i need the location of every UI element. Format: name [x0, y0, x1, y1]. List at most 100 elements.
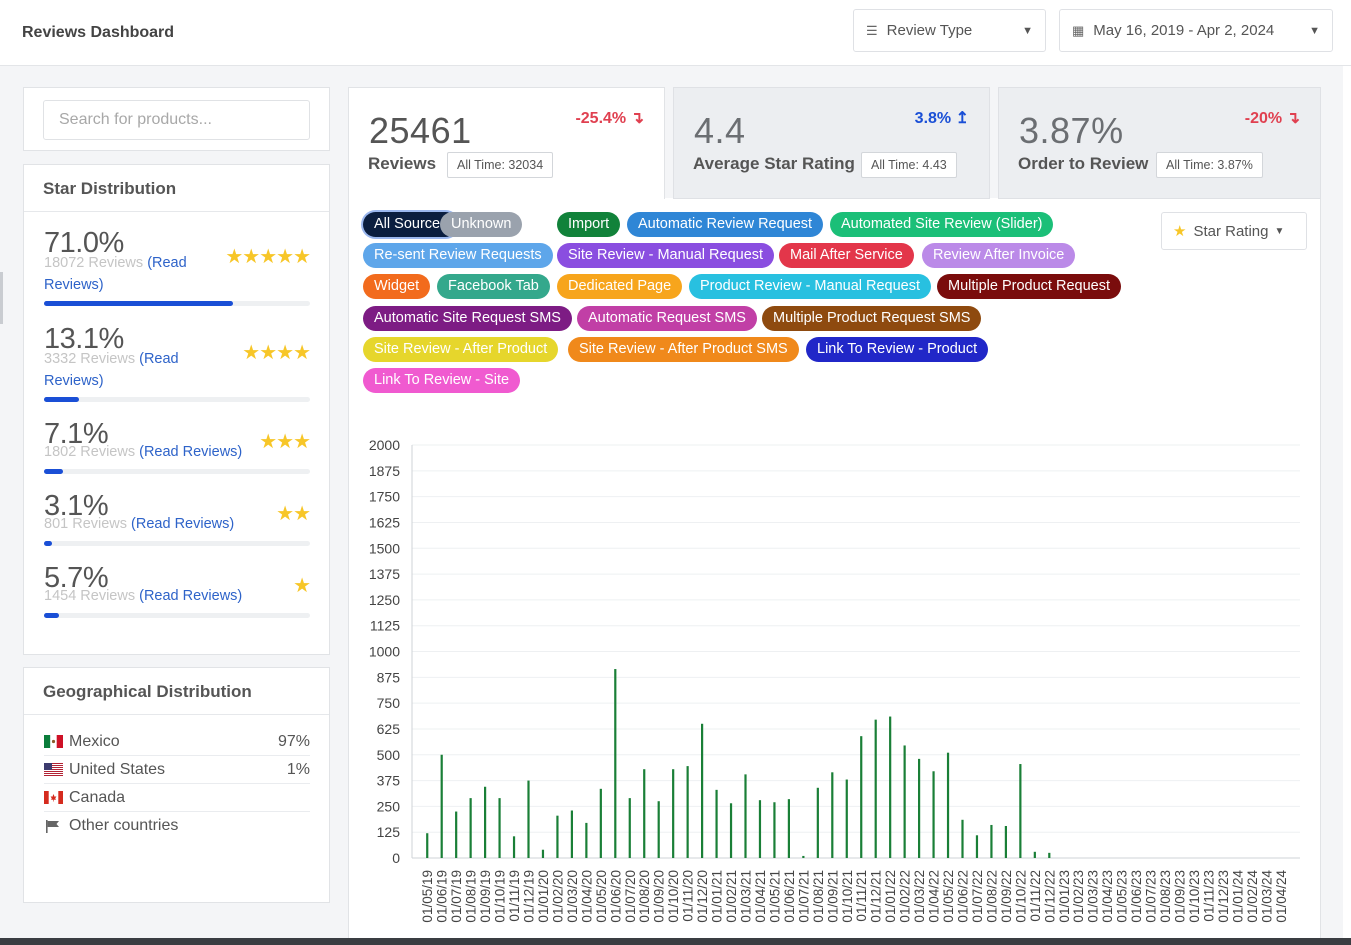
- source-tag[interactable]: Re-sent Review Requests: [363, 243, 553, 268]
- bar-segment[interactable]: [484, 786, 487, 858]
- bar-segment[interactable]: [628, 798, 631, 858]
- bar-segment[interactable]: [672, 769, 675, 858]
- bar-segment[interactable]: [426, 833, 429, 858]
- star-rating-icons: ★★: [276, 503, 311, 525]
- bar-segment[interactable]: [889, 716, 892, 858]
- bar-segment[interactable]: [903, 745, 906, 858]
- x-tick-label: 01/02/22: [898, 870, 913, 923]
- source-tag[interactable]: Site Review - Manual Request: [557, 243, 775, 268]
- bar-segment[interactable]: [614, 669, 617, 858]
- source-tag[interactable]: Multiple Product Request SMS: [762, 306, 982, 331]
- review-type-dropdown[interactable]: ☰ Review Type ▼: [853, 9, 1046, 52]
- bar-segment[interactable]: [657, 801, 660, 858]
- bar-segment[interactable]: [556, 815, 559, 858]
- bar-segment[interactable]: [440, 754, 443, 858]
- source-tag[interactable]: Unknown: [440, 212, 523, 237]
- source-tag[interactable]: Product Review - Manual Request: [689, 274, 932, 299]
- source-tag[interactable]: Dedicated Page: [557, 274, 683, 299]
- source-tag[interactable]: Automatic Review Request: [627, 212, 824, 237]
- date-range-picker[interactable]: ▦ May 16, 2019 - Apr 2, 2024 ▼: [1059, 9, 1333, 52]
- x-tick-label: 01/08/20: [637, 870, 652, 923]
- x-tick-label: 01/09/23: [1173, 870, 1188, 923]
- x-tick-label: 01/07/19: [449, 870, 464, 923]
- bar-segment[interactable]: [570, 810, 573, 858]
- bar-segment[interactable]: [860, 736, 863, 858]
- bar-segment[interactable]: [918, 758, 921, 858]
- bar-segment[interactable]: [585, 822, 588, 858]
- x-tick-label: 01/12/22: [1042, 870, 1057, 923]
- bar-segment[interactable]: [932, 771, 935, 858]
- source-tag[interactable]: Link To Review - Product: [806, 337, 989, 362]
- bar-segment[interactable]: [758, 800, 762, 858]
- star-rating-icons: ★★★★: [242, 342, 311, 364]
- bar-segment[interactable]: [1048, 852, 1051, 858]
- star-row-5: 71.0% 18072 Reviews (Read Reviews) ★★★★★: [44, 228, 311, 306]
- bar-segment[interactable]: [527, 780, 530, 858]
- source-tag[interactable]: Site Review - After Product: [363, 337, 559, 362]
- source-tag[interactable]: Automatic Request SMS: [577, 306, 757, 331]
- bar-segment[interactable]: [744, 774, 747, 858]
- bar-segment[interactable]: [975, 835, 979, 858]
- canada-flag-icon: [44, 791, 69, 804]
- chevron-down-icon: ▼: [1274, 225, 1285, 237]
- bar-segment[interactable]: [599, 788, 602, 858]
- bar-segment[interactable]: [773, 802, 776, 858]
- bar-segment[interactable]: [541, 849, 545, 858]
- stat-average-rating[interactable]: 4.4 3.8% ↥ Average Star Rating All Time:…: [673, 87, 990, 199]
- source-tag[interactable]: Automated Site Review (Slider): [830, 212, 1054, 237]
- bar-segment[interactable]: [686, 766, 689, 858]
- y-tick-label: 1500: [369, 540, 400, 556]
- source-tag[interactable]: Site Review - After Product SMS: [568, 337, 799, 362]
- x-tick-label: 01/02/23: [1071, 870, 1086, 923]
- bar-segment[interactable]: [845, 779, 848, 858]
- bar-segment[interactable]: [1019, 764, 1022, 858]
- x-tick-label: 01/06/21: [782, 870, 797, 923]
- source-tag[interactable]: Import: [557, 212, 621, 237]
- star-rating-dropdown[interactable]: ★ Star Rating ▼: [1161, 212, 1307, 250]
- source-tag[interactable]: Automatic Site Request SMS: [363, 306, 572, 331]
- source-tag[interactable]: Multiple Product Request: [937, 274, 1121, 299]
- stat-value: 4.4: [694, 110, 746, 151]
- x-tick-label: 01/08/23: [1158, 870, 1173, 923]
- bar-segment[interactable]: [816, 787, 819, 858]
- bar-segment[interactable]: [643, 769, 646, 858]
- bar-segment[interactable]: [498, 798, 501, 858]
- read-reviews-link[interactable]: (Read Reviews): [139, 588, 242, 604]
- bar-segment[interactable]: [802, 855, 805, 858]
- mexico-flag-icon: [44, 735, 69, 748]
- bar-segment[interactable]: [455, 811, 458, 858]
- x-tick-label: 01/01/21: [710, 870, 725, 923]
- x-tick-label: 01/04/22: [927, 870, 942, 923]
- bar-segment[interactable]: [874, 719, 877, 858]
- read-reviews-link[interactable]: (Read Reviews): [131, 516, 234, 532]
- stat-change: -20% ↴: [1244, 110, 1300, 127]
- product-search-input[interactable]: [43, 100, 310, 140]
- bar-segment[interactable]: [512, 836, 516, 858]
- bar-segment[interactable]: [715, 789, 718, 858]
- source-tag[interactable]: Mail After Service: [779, 243, 914, 268]
- source-tag[interactable]: Widget: [363, 274, 431, 299]
- bar-segment[interactable]: [990, 824, 993, 858]
- y-tick-label: 250: [377, 798, 401, 814]
- source-tag[interactable]: Link To Review - Site: [363, 368, 521, 393]
- bar-segment[interactable]: [729, 803, 733, 858]
- bar-segment[interactable]: [787, 799, 790, 858]
- search-card: [23, 87, 330, 151]
- x-tick-label: 01/09/19: [478, 870, 493, 923]
- stat-order-to-review[interactable]: 3.87% -20% ↴ Order to Review All Time: 3…: [998, 87, 1321, 199]
- bar-segment[interactable]: [469, 798, 472, 858]
- bar-segment[interactable]: [961, 819, 964, 858]
- bar-segment[interactable]: [946, 752, 950, 858]
- read-reviews-link[interactable]: (Read Reviews): [139, 444, 242, 460]
- source-tag[interactable]: Facebook Tab: [437, 274, 550, 299]
- bar-segment[interactable]: [1033, 851, 1036, 858]
- stat-label: Average Star Rating: [693, 154, 855, 173]
- sidebar-handle[interactable]: [0, 272, 3, 324]
- bar-segment[interactable]: [831, 772, 834, 858]
- bar-segment[interactable]: [701, 723, 704, 858]
- source-tag[interactable]: Review After Invoice: [922, 243, 1076, 268]
- country-name: Mexico: [69, 732, 120, 750]
- stat-reviews[interactable]: 25461 -25.4% ↴ Reviews All Time: 32034: [348, 87, 665, 199]
- x-tick-label: 01/05/21: [767, 870, 782, 923]
- bar-segment[interactable]: [1004, 825, 1007, 858]
